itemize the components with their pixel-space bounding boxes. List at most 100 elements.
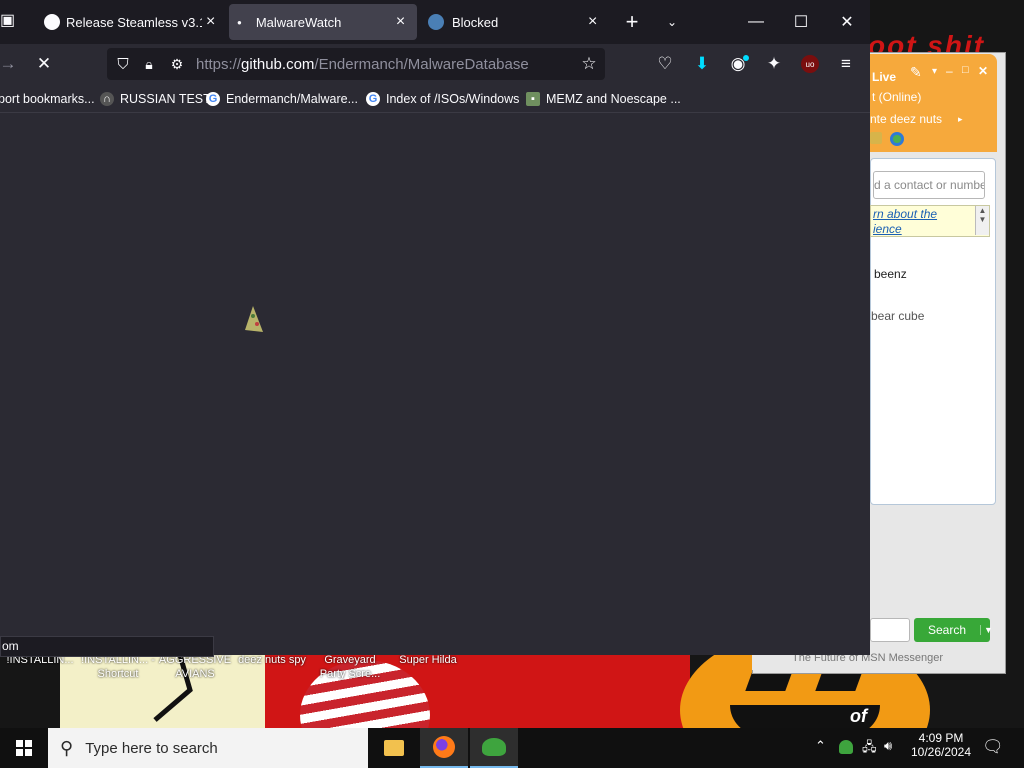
bookmark-endermanch-malware[interactable]: G Endermanch/Malware... xyxy=(206,86,358,112)
contact-item[interactable]: bear cube xyxy=(871,309,924,323)
minimize-button[interactable]: — xyxy=(734,0,778,44)
mail-icon[interactable] xyxy=(870,132,882,144)
bookmark-label: RUSSIAN TEST xyxy=(120,92,211,106)
contact-item[interactable]: beenz xyxy=(874,267,907,281)
new-tab-button[interactable]: + xyxy=(610,0,654,44)
close-icon[interactable]: ✕ xyxy=(978,64,988,78)
url-bar[interactable]: ⛉ 🔒︎ ⚙ https://github.com/Endermanch/Mal… xyxy=(107,48,605,80)
search-icon: ⚲ xyxy=(60,737,74,758)
close-icon[interactable]: × xyxy=(396,13,405,31)
bookmark-label: Endermanch/Malware... xyxy=(226,92,359,106)
dot-icon: ● xyxy=(237,17,242,27)
windows-icon xyxy=(16,740,32,756)
maximize-icon[interactable]: □ xyxy=(962,64,969,76)
messenger-bottom-input[interactable] xyxy=(870,618,910,642)
chevron-down-icon[interactable]: ▼ xyxy=(980,625,993,635)
messenger-personal-message[interactable]: nte deez nuts xyxy=(870,112,942,126)
taskbar-file-explorer[interactable] xyxy=(370,728,418,768)
messenger-title: Live xyxy=(872,70,897,84)
bookmark-label: MEMZ and Noescape ... xyxy=(546,92,681,106)
search-placeholder: Type here to search xyxy=(85,739,218,757)
tab-blocked[interactable]: Blocked × xyxy=(422,4,610,40)
chevron-down-icon[interactable]: ▾ xyxy=(932,66,937,77)
bookmark-import[interactable]: port bookmarks... xyxy=(0,86,95,112)
desktop-icon-graveyard[interactable]: Graveyard Party Scre... xyxy=(312,653,388,681)
account-icon[interactable]: ◉ xyxy=(724,50,752,78)
lock-icon[interactable]: 🔒︎ xyxy=(135,50,163,78)
ad-scrollbar[interactable]: ▲ ▼ xyxy=(975,206,989,235)
bookmark-russian-test[interactable]: ∩ RUSSIAN TEST xyxy=(100,86,211,112)
start-button[interactable] xyxy=(0,728,48,768)
notification-dot xyxy=(743,55,749,61)
ad-link[interactable]: ience xyxy=(873,222,902,236)
messenger-status[interactable]: t (Online) xyxy=(872,90,921,104)
volume-icon[interactable]: 🔊︎ xyxy=(884,738,892,754)
bookmark-label: port bookmarks... xyxy=(0,92,95,106)
desktop-icon-aggressive-avians[interactable]: AGGRESSIVE AVIANS xyxy=(158,653,232,681)
close-window-button[interactable]: ✕ xyxy=(825,0,869,44)
bookmark-index-isos[interactable]: G Index of /ISOs/Windows xyxy=(366,86,519,112)
messenger-buddy-icon xyxy=(482,738,506,756)
tab-malwarewatch[interactable]: ● MalwareWatch × xyxy=(229,4,417,40)
party-hat-cursor-icon xyxy=(245,306,263,332)
tab-label: Release Steamless v3.1.0.5 xyxy=(66,14,202,30)
bookmarks-toolbar: port bookmarks... ∩ RUSSIAN TEST G Enderma… xyxy=(0,86,870,113)
tab-label: Blocked xyxy=(452,14,499,30)
menu-hamburger-icon[interactable]: ≡ xyxy=(832,50,860,78)
minimize-icon[interactable]: – xyxy=(946,64,953,78)
search-placeholder: d a contact or numbe xyxy=(874,178,985,192)
stop-loading-icon[interactable]: ✕ xyxy=(30,50,58,78)
taskbar-search-box[interactable]: ⚲ Type here to search xyxy=(48,728,368,768)
chevron-up-icon[interactable]: ⌃ xyxy=(815,738,826,754)
close-icon[interactable]: × xyxy=(206,13,215,31)
steam-icon xyxy=(428,14,444,30)
brush-icon[interactable]: ✎ xyxy=(910,64,922,81)
folder-icon xyxy=(384,740,404,756)
firefox-icon xyxy=(433,736,455,758)
tab-release-steamless[interactable]: Release Steamless v3.1.0.5 × xyxy=(34,4,224,40)
tab-overflow-chevron-icon[interactable]: ⌄ xyxy=(650,0,694,44)
shield-icon[interactable]: ⛉ xyxy=(109,50,137,78)
desktop-icon-installin-shortcut[interactable]: !INSTALLIN... - Shortcut xyxy=(80,653,156,681)
desktop-icon-label: deez nuts spy xyxy=(238,654,306,666)
ad-link[interactable]: rn about the xyxy=(873,207,937,221)
forward-arrow-icon[interactable]: → xyxy=(0,50,22,78)
url-path: /Endermanch/MalwareDatabase xyxy=(314,56,529,73)
pumpkin-text: of xyxy=(850,706,867,726)
messenger-tray-icon[interactable] xyxy=(839,740,853,754)
google-icon: G xyxy=(366,92,380,106)
extensions-icon[interactable]: ✦ xyxy=(760,50,788,78)
url-prefix: https:// xyxy=(196,56,242,73)
browser-window: ▣ Release Steamless v3.1.0.5 × ● Malware… xyxy=(0,0,870,657)
clock[interactable]: 4:09 PM 10/26/2024 xyxy=(906,731,976,759)
notification-center-icon[interactable]: 🗨︎ xyxy=(982,737,1004,757)
url-text: https://github.com/Endermanch/MalwareDat… xyxy=(196,56,529,73)
messenger-search-input[interactable]: d a contact or numbe xyxy=(873,171,985,199)
messenger-header: Live ✎ ▾ – □ ✕ t (Online) nte deez nuts … xyxy=(870,54,997,152)
bookmark-star-icon[interactable]: ☆ xyxy=(575,50,603,78)
desktop-icon-label: Graveyard Party Scre... xyxy=(319,654,381,680)
taskbar-messenger[interactable] xyxy=(470,728,518,768)
pocket-icon[interactable]: ♡ xyxy=(651,50,679,78)
maximize-button[interactable]: ☐ xyxy=(779,0,823,44)
taskbar-firefox[interactable] xyxy=(420,728,468,768)
globe-icon[interactable] xyxy=(890,132,904,146)
close-icon[interactable]: × xyxy=(588,13,597,31)
bookmark-memz[interactable]: ▪ MEMZ and Noescape ... xyxy=(526,86,681,112)
tab-list-icon[interactable]: ▣ xyxy=(0,10,22,34)
permissions-icon[interactable]: ⚙ xyxy=(163,50,191,78)
status-text: om xyxy=(2,639,19,653)
ublock-origin-icon[interactable]: uo xyxy=(801,55,819,73)
messenger-search-button[interactable]: Search ▼ xyxy=(914,618,993,642)
bookmark-label: Index of /ISOs/Windows xyxy=(386,92,520,106)
search-button-label: Search xyxy=(928,623,967,637)
clock-date: 10/26/2024 xyxy=(910,745,972,759)
desktop-icon-label: Super Hilda xyxy=(399,654,457,666)
desktop-icon-super-hilda[interactable]: Super Hilda xyxy=(390,653,466,667)
desktop-icon-deez-nuts-spy[interactable]: deez nuts spy xyxy=(234,653,310,667)
tab-bar: ▣ Release Steamless v3.1.0.5 × ● Malware… xyxy=(0,0,870,44)
github-icon xyxy=(44,14,60,30)
downloads-icon[interactable]: ⬇ xyxy=(688,50,716,78)
network-icon[interactable]: 🖧︎ xyxy=(862,738,877,760)
tab-label: MalwareWatch xyxy=(255,14,342,30)
